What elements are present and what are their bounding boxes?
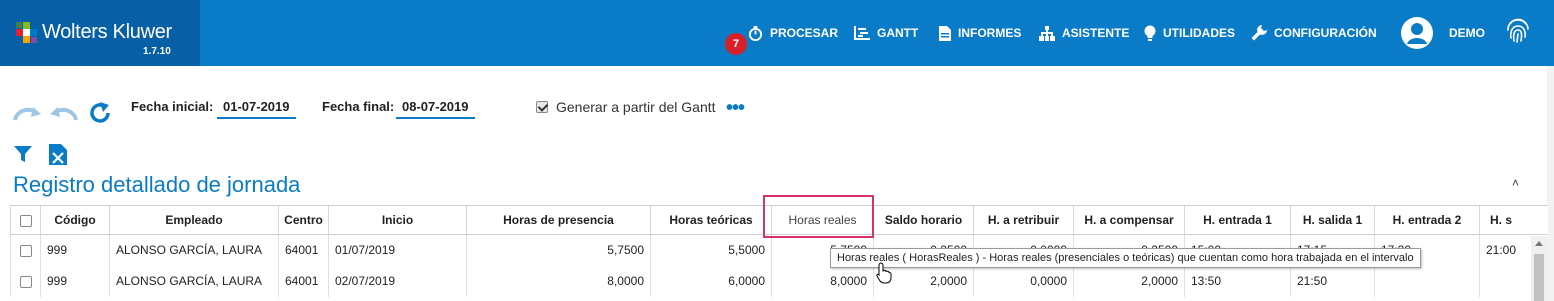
cell-empleado: ALONSO GARCÍA, LAURA [109,234,279,266]
col-horas-teoricas[interactable]: Horas teóricas [650,205,772,235]
filter-icon[interactable] [14,145,32,163]
cell-horas-reales: 8,0000 [771,265,874,297]
col-saldo-horario[interactable]: Saldo horario [873,205,974,235]
nav-utilidades[interactable]: UTILIDADES [1144,0,1235,66]
user-avatar-icon[interactable] [1401,17,1433,49]
scroll-thumb[interactable] [1534,254,1544,301]
hand-cursor-icon [876,262,892,284]
nav-configuracion-label: CONFIGURACIÓN [1274,26,1377,40]
top-bar: Wolters Kluwer 1.7.10 7 PROCESAR GANTT I… [0,0,1554,66]
redo-icon[interactable] [13,104,43,122]
nav-utilidades-label: UTILIDADES [1163,26,1235,40]
cell-inicio: 01/07/2019 [328,234,467,266]
nav-configuracion[interactable]: CONFIGURACIÓN [1251,0,1377,66]
page-scrollbar[interactable] [1547,66,1554,301]
horas-reales-highlight [763,195,874,238]
row-checkbox[interactable] [19,275,32,288]
cell-h-salida-1: 21:50 [1290,265,1375,297]
col-h-compensar[interactable]: H. a compensar [1073,205,1185,235]
document-icon [939,25,951,41]
wolters-kluwer-logo-icon [16,22,37,43]
section-title: Registro detallado de jornada [13,172,301,197]
more-options-button[interactable]: ••• [726,97,745,120]
fecha-inicial-label: Fecha inicial: [131,99,214,114]
cell-h-entrada-1: 13:50 [1184,265,1291,297]
notification-badge[interactable]: 7 [725,33,747,55]
select-all-checkbox[interactable] [19,214,32,227]
table-scrollbar[interactable] [1531,236,1547,301]
generar-gantt-checkbox[interactable] [536,101,548,113]
org-chart-icon [1039,25,1055,41]
col-h-salida-1[interactable]: H. salida 1 [1290,205,1375,235]
cell-horas-teoricas: 5,5000 [650,234,772,266]
col-h-entrada-2[interactable]: H. entrada 2 [1374,205,1480,235]
nav-gantt[interactable]: GANTT [854,0,918,66]
undo-icon[interactable] [48,104,78,122]
cell-inicio: 02/07/2019 [328,265,467,297]
row-checkbox[interactable] [19,245,32,258]
cell-centro: 64001 [278,265,329,297]
nav-gantt-label: GANTT [877,26,919,40]
user-name[interactable]: DEMO [1449,0,1485,66]
fecha-final-label: Fecha final: [322,99,395,114]
scroll-up-arrow-icon[interactable] [1535,241,1543,246]
cell-h-retribuir: 0,0000 [973,265,1074,297]
generar-gantt-label: Generar a partir del Gantt [556,99,716,115]
row-select-cell[interactable] [10,234,41,266]
refresh-icon[interactable] [87,100,113,126]
col-h-salida-2[interactable]: H. s [1479,205,1548,235]
cell-centro: 64001 [278,234,329,266]
col-centro[interactable]: Centro [278,205,329,235]
horas-reales-tooltip: Horas reales ( HorasReales ) - Horas rea… [830,248,1421,268]
cell-h-entrada-2 [1374,265,1480,297]
fingerprint-icon[interactable] [1506,16,1530,44]
col-empleado[interactable]: Empleado [109,205,279,235]
app-version: 1.7.10 [143,46,171,57]
col-horas-presencia[interactable]: Horas de presencia [466,205,651,235]
wrench-icon [1251,25,1267,41]
nav-asistente-label: ASISTENTE [1062,26,1130,40]
cell-horas-presencia: 8,0000 [466,265,651,297]
col-h-entrada-1[interactable]: H. entrada 1 [1184,205,1291,235]
export-excel-icon[interactable] [49,144,67,165]
cell-codigo: 999 [40,234,110,266]
nav-procesar-label: PROCESAR [770,26,839,40]
cell-horas-presencia: 5,7500 [466,234,651,266]
fecha-inicial-input[interactable]: 01-07-2019 [217,99,296,119]
nav-asistente[interactable]: ASISTENTE [1039,0,1129,66]
user-name-label: DEMO [1449,26,1485,40]
col-codigo[interactable]: Código [40,205,110,235]
col-h-retribuir[interactable]: H. a retribuir [973,205,1074,235]
nav-informes[interactable]: INFORMES [939,0,1021,66]
nav-informes-label: INFORMES [958,26,1022,40]
gantt-icon [854,26,870,40]
row-select-cell[interactable] [10,265,41,297]
cell-empleado: ALONSO GARCÍA, LAURA [109,265,279,297]
lightbulb-icon [1144,25,1156,41]
collapse-section-button[interactable]: ˄ [1512,176,1519,190]
select-all-cell[interactable] [10,205,41,235]
cell-horas-teoricas: 6,0000 [650,265,772,297]
brand-name: Wolters Kluwer [42,21,172,43]
fecha-final-input[interactable]: 08-07-2019 [396,99,475,119]
cell-codigo: 999 [40,265,110,297]
cell-h-compensar: 2,0000 [1073,265,1185,297]
table-row[interactable]: 999 ALONSO GARCÍA, LAURA 64001 02/07/201… [10,265,1548,297]
col-inicio[interactable]: Inicio [328,205,467,235]
stopwatch-icon [748,25,763,41]
nav-procesar[interactable]: PROCESAR [748,0,838,66]
brand-area[interactable]: Wolters Kluwer 1.7.10 [0,0,200,66]
